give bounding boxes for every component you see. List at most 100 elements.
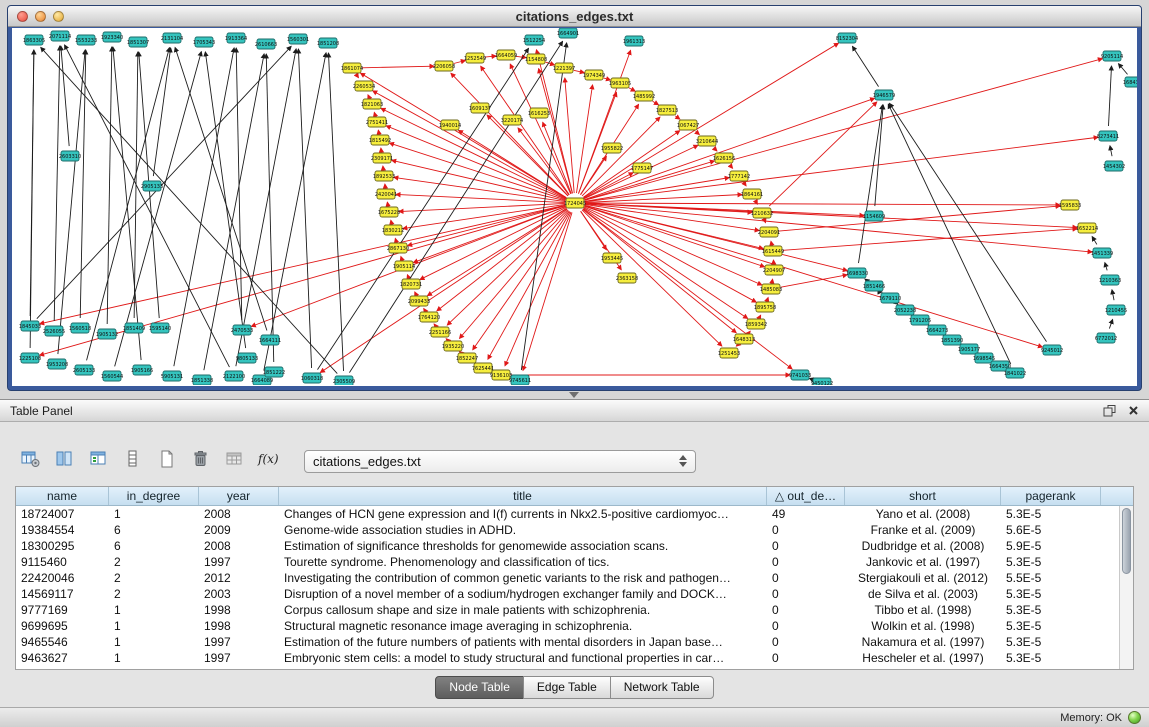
table-cell-name[interactable]: 9465546 <box>16 635 109 649</box>
table-row[interactable]: 1456911722003Disruption of a novel membe… <box>16 586 1133 602</box>
graph-edge[interactable] <box>459 351 460 352</box>
table-cell-out_degree[interactable]: 0 <box>767 571 845 585</box>
graph-node[interactable]: 2867130 <box>387 243 409 253</box>
graph-edge[interactable] <box>58 50 85 354</box>
graph-edge[interactable] <box>585 59 1103 201</box>
table-cell-short[interactable]: Hescheler et al. (1997) <box>845 651 1001 665</box>
table-cell-out_degree[interactable]: 0 <box>767 603 845 617</box>
graph-edge[interactable] <box>629 88 635 91</box>
table-cell-name[interactable]: 9777169 <box>16 603 109 617</box>
graph-edge[interactable] <box>582 117 660 196</box>
graph-node[interactable]: 1664901 <box>557 28 579 38</box>
graph-node[interactable]: 1863305 <box>23 35 45 45</box>
graph-edge[interactable] <box>264 53 326 370</box>
graph-node[interactable]: 2905133 <box>141 181 163 191</box>
graph-node[interactable]: 1485992 <box>633 91 655 101</box>
graph-edge[interactable] <box>424 309 425 310</box>
table-cell-in_degree[interactable]: 6 <box>109 539 199 553</box>
graph-node[interactable]: 1553233 <box>75 35 97 45</box>
table-row[interactable]: 969969511998Structural magnetic resonanc… <box>16 618 1133 634</box>
tab-network-table[interactable]: Network Table <box>610 676 714 699</box>
table-cell-name[interactable]: 9115460 <box>16 555 109 569</box>
graph-edge[interactable] <box>30 50 34 348</box>
table-settings-button[interactable] <box>18 448 44 474</box>
graph-edge[interactable] <box>381 108 566 198</box>
table-cell-in_degree[interactable]: 1 <box>109 507 199 521</box>
tab-node-table[interactable]: Node Table <box>435 676 524 699</box>
column-header-pagerank[interactable]: pagerank <box>1001 487 1101 505</box>
graph-edge[interactable] <box>1109 319 1112 328</box>
graph-node[interactable]: 1864161 <box>741 189 763 199</box>
graph-edge[interactable] <box>107 47 112 324</box>
graph-node[interactable]: 9205114 <box>1101 51 1123 61</box>
column-header-out_degree[interactable]: △ out_de… <box>767 487 845 505</box>
table-cell-out_degree[interactable]: 0 <box>767 619 845 633</box>
table-cell-name[interactable]: 18724007 <box>16 507 109 521</box>
graph-node[interactable]: 1154609 <box>863 211 885 221</box>
table-cell-title[interactable]: Genome-wide association studies in ADHD. <box>279 523 767 537</box>
table-cell-in_degree[interactable]: 2 <box>109 555 199 569</box>
graph-node[interactable]: 9745611 <box>509 375 531 385</box>
table-cell-out_degree[interactable]: 0 <box>767 651 845 665</box>
table-cell-year[interactable]: 1997 <box>199 651 279 665</box>
table-cell-short[interactable]: Dudbridge et al. (2008) <box>845 539 1001 553</box>
row-height-button[interactable] <box>120 448 146 474</box>
graph-edge[interactable] <box>565 78 574 193</box>
graph-edge[interactable] <box>174 48 234 366</box>
table-cell-title[interactable]: Embryonic stem cells: a model to study s… <box>279 651 767 665</box>
graph-edge[interactable] <box>415 292 416 293</box>
table-cell-title[interactable]: Tourette syndrome. Phenomenology and cla… <box>279 555 767 569</box>
graph-node[interactable]: 2204091 <box>758 227 780 237</box>
graph-node[interactable]: 9805133 <box>236 353 258 363</box>
graph-edge[interactable] <box>523 213 572 371</box>
delete-table-button[interactable] <box>188 448 214 474</box>
graph-edge[interactable] <box>1105 263 1107 271</box>
table-cell-in_degree[interactable]: 1 <box>109 619 199 633</box>
table-fit-button[interactable] <box>86 448 112 474</box>
network-view[interactable]: 1724045186107422605341821063275141118154… <box>12 28 1137 386</box>
table-cell-in_degree[interactable]: 6 <box>109 523 199 537</box>
import-table-button[interactable] <box>222 448 248 474</box>
graph-edge[interactable] <box>714 148 717 151</box>
table-cell-title[interactable]: Estimation of significance thresholds fo… <box>279 539 767 553</box>
graph-node[interactable]: 1955822 <box>601 143 623 153</box>
graph-node[interactable]: 1974349 <box>583 70 605 80</box>
graph-node[interactable]: 8273411 <box>1097 131 1119 141</box>
table-cell-short[interactable]: Jankovic et al. (1997) <box>845 555 1001 569</box>
graph-node[interactable]: 1664273 <box>926 325 948 335</box>
graph-node[interactable]: 1675228 <box>378 207 400 217</box>
graph-node[interactable]: 1923340 <box>101 32 123 42</box>
table-cell-in_degree[interactable]: 1 <box>109 635 199 649</box>
graph-node[interactable]: 2052238 <box>894 305 916 315</box>
table-cell-in_degree[interactable]: 1 <box>109 603 199 617</box>
table-cell-year[interactable]: 2008 <box>199 539 279 553</box>
table-cell-year[interactable]: 1998 <box>199 619 279 633</box>
graph-edge[interactable] <box>1118 64 1127 75</box>
graph-node[interactable]: 1940014 <box>439 120 461 130</box>
table-row[interactable]: 946362711997Embryonic stem cells: a mode… <box>16 650 1133 666</box>
graph-edge[interactable] <box>783 229 1077 251</box>
graph-node[interactable]: 2309171 <box>371 153 393 163</box>
graph-node[interactable]: 5905131 <box>161 371 183 381</box>
table-cell-title[interactable]: Investigating the contribution of common… <box>279 571 767 585</box>
graph-node[interactable]: 1827513 <box>656 105 678 115</box>
graph-edge[interactable] <box>386 126 565 199</box>
table-cell-name[interactable]: 18300295 <box>16 539 109 553</box>
table-cell-name[interactable]: 9699695 <box>16 619 109 633</box>
graph-edge[interactable] <box>40 206 566 356</box>
float-panel-icon[interactable] <box>1103 404 1116 417</box>
table-cell-name[interactable]: 14569117 <box>16 587 109 601</box>
table-cell-year[interactable]: 2003 <box>199 587 279 601</box>
graph-node[interactable]: 1252549 <box>464 53 486 63</box>
graph-node[interactable]: 1953208 <box>46 359 68 369</box>
column-header-year[interactable]: year <box>199 487 279 505</box>
graph-edge[interactable] <box>1108 66 1111 126</box>
graph-node[interactable]: 2603310 <box>59 151 81 161</box>
graph-edge[interactable] <box>730 166 732 169</box>
graph-edge[interactable] <box>745 184 746 186</box>
graph-node[interactable]: 1648313 <box>733 334 755 344</box>
close-panel-icon[interactable] <box>1128 405 1139 416</box>
graph-node[interactable]: 1859342 <box>745 319 767 329</box>
graph-edge[interactable] <box>585 203 1060 205</box>
graph-node[interactable]: 1905132 <box>96 329 118 339</box>
